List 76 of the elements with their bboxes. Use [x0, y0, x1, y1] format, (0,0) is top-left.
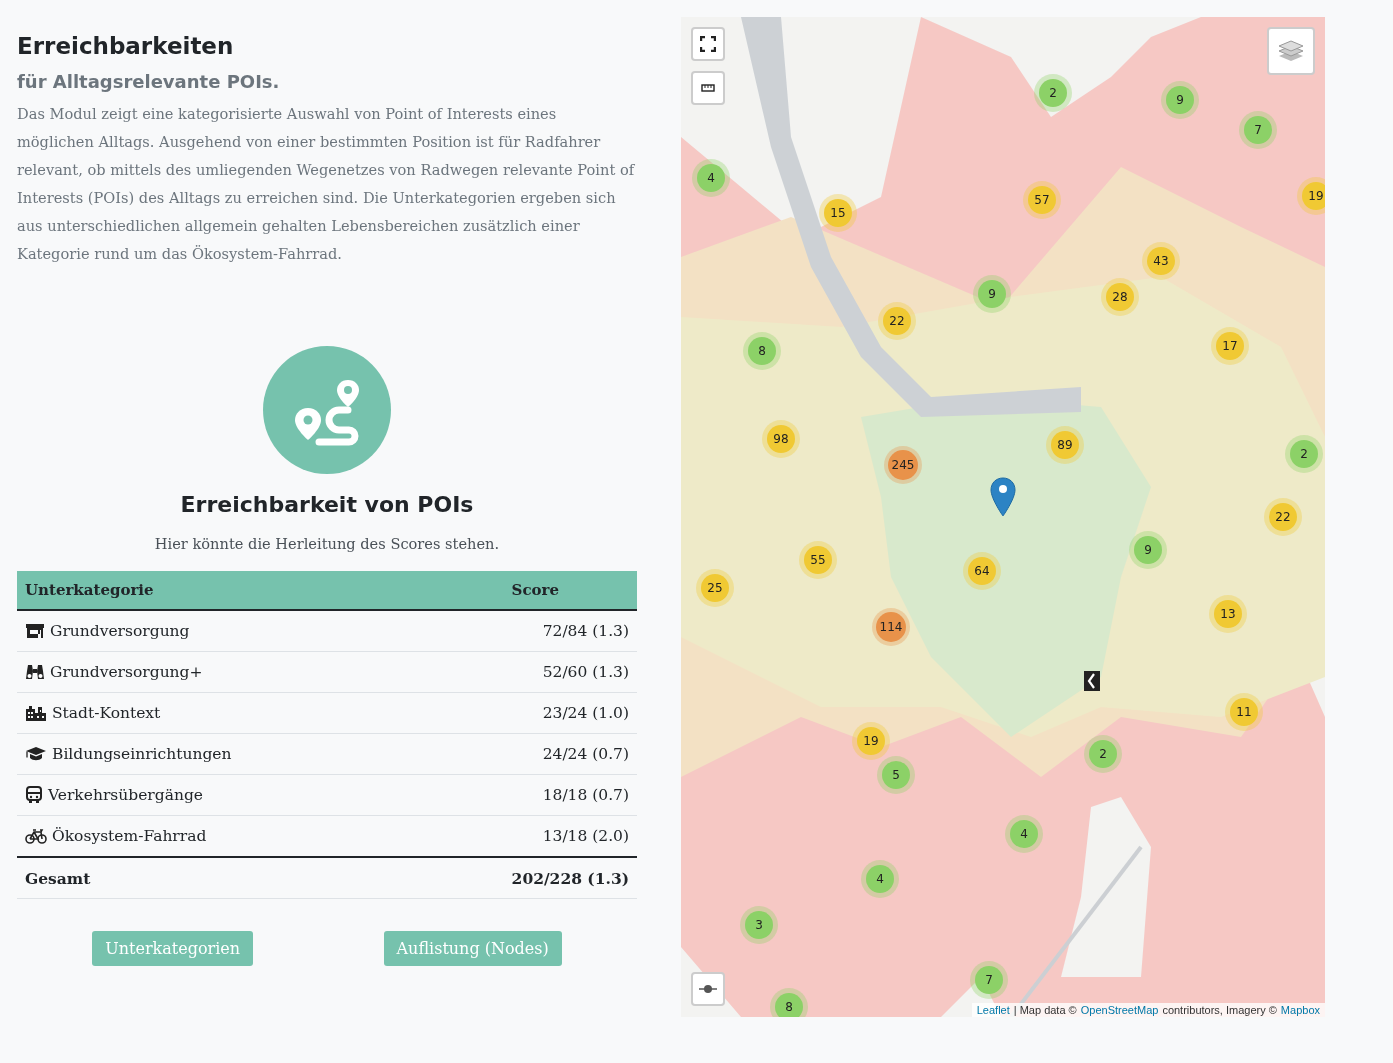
marker-cluster[interactable]: 19	[1297, 177, 1325, 215]
marker-cluster[interactable]: 64	[963, 552, 1001, 590]
marker-cluster[interactable]: 11	[1225, 693, 1263, 731]
marker-cluster[interactable]: 2	[1034, 74, 1072, 112]
marker-cluster[interactable]: 8	[770, 988, 808, 1017]
fullscreen-button[interactable]	[691, 27, 725, 61]
marker-cluster[interactable]: 4	[861, 860, 899, 898]
locate-button[interactable]	[691, 972, 725, 1006]
measure-button[interactable]	[691, 71, 725, 105]
marker-cluster[interactable]: 55	[799, 541, 837, 579]
column-header: Unterkategorie	[17, 571, 504, 610]
bicycle-icon	[25, 828, 47, 844]
marker-cluster[interactable]: 15	[819, 194, 857, 232]
binoculars-icon	[25, 664, 45, 680]
marker-cluster[interactable]: 98	[762, 420, 800, 458]
marker-cluster[interactable]: 8	[743, 332, 781, 370]
route-pin-icon	[263, 346, 391, 474]
card-title: Erreichbarkeit von POIs	[180, 492, 474, 517]
marker-cluster[interactable]: 7	[1239, 111, 1277, 149]
marker-cluster[interactable]: 2	[1084, 735, 1122, 773]
city-icon	[25, 705, 47, 721]
table-cell: Grundversorgung	[50, 622, 190, 640]
description-paragraph: Das Modul zeigt eine kategorisierte Auswahl von Point of Interests eines möglichen Alltags. Ausgehend von einer bestimmten Position ist für Radfahrer relevant, ob mittels des umliegenden Wegenetzes von Radwegen relevante Point of Interests (POIs) des Alltags zu erreichen sind. Die Unterkategorien ergeben sich aus unterschiedlichen allgemein gehalten Lebensbereichen zusätzlich einer Kategorie rund um das Ökosystem-Fahrrad.	[17, 104, 636, 264]
marker-cluster[interactable]: 245	[884, 446, 922, 484]
marker-cluster[interactable]: 7	[970, 961, 1008, 999]
table-cell: Gesamt	[25, 868, 91, 888]
map-panel[interactable]: 2 9 7 4 15 57 19 43 9 28 22 8 17 98 245 89 2 22 9 55 64 25 13 114 11 19 5 2 4 4 3 7 8 Leaflet | Map data © OpenStreetMap contributors, Imagery © Mapbox	[681, 17, 1325, 1017]
table-cell: 202/228 (1.3)	[511, 868, 629, 888]
attribution-text: | Map data ©	[1013, 1004, 1077, 1016]
marker-cluster[interactable]: 9	[1161, 81, 1199, 119]
marker-cluster[interactable]: 22	[1264, 498, 1302, 536]
table-cell: Ökosystem-Fahrrad	[52, 827, 207, 845]
table-cell: Grundversorgung+	[50, 663, 203, 681]
locate-icon	[699, 984, 717, 994]
attribution-text: contributors, Imagery ©	[1162, 1004, 1277, 1016]
marker-cluster[interactable]: 22	[878, 302, 916, 340]
table-cell: 13/18 (2.0)	[542, 827, 629, 845]
marker-cluster[interactable]: 2	[1285, 435, 1323, 473]
marker-cluster[interactable]: 114	[872, 608, 910, 646]
marker-cluster[interactable]: 19	[852, 722, 890, 760]
marker-cluster[interactable]: 25	[696, 569, 734, 607]
marker-cluster[interactable]: 9	[1129, 531, 1167, 569]
table-cell: Stadt-Kontext	[52, 704, 161, 722]
ruler-icon	[701, 84, 715, 92]
marker-cluster[interactable]: 89	[1046, 426, 1084, 464]
attribution-link[interactable]: Leaflet	[976, 1004, 1010, 1016]
marker-cluster[interactable]: 3	[740, 906, 778, 944]
marker-cluster[interactable]: 43	[1142, 242, 1180, 280]
page-subtitle: für Alltagsrelevante POIs.	[17, 71, 281, 92]
graduation-cap-icon	[25, 746, 47, 762]
bus-icon	[25, 786, 43, 804]
marker-cluster[interactable]: 4	[692, 159, 730, 197]
table-cell: Verkehrsübergänge	[48, 786, 203, 804]
marker-cluster[interactable]: 17	[1211, 327, 1249, 365]
marker-cluster[interactable]: 13	[1209, 595, 1247, 633]
marker-cluster[interactable]: 28	[1101, 278, 1139, 316]
marker-cluster[interactable]: 9	[973, 275, 1011, 313]
location-pin-icon[interactable]	[990, 477, 1016, 517]
table-cell: 24/24 (0.7)	[542, 745, 629, 763]
table-cell: 72/84 (1.3)	[542, 622, 629, 640]
table-cell: 23/24 (1.0)	[542, 704, 629, 722]
card-note: Hier könnte die Herleitung des Scores stehen.	[154, 535, 500, 552]
store-icon	[25, 623, 45, 639]
bookmark-icon	[1083, 670, 1101, 692]
layers-icon	[1277, 39, 1305, 63]
marker-cluster[interactable]: 57	[1023, 181, 1061, 219]
fullscreen-icon	[700, 36, 716, 52]
marker-cluster[interactable]: 5	[877, 756, 915, 794]
table-cell: 52/60 (1.3)	[542, 663, 629, 681]
attribution-link[interactable]: Mapbox	[1280, 1004, 1320, 1016]
page-title: Erreichbarkeiten	[17, 33, 235, 59]
column-header: Score	[503, 571, 637, 610]
marker-cluster[interactable]: 4	[1005, 815, 1043, 853]
table-cell: 18/18 (0.7)	[542, 786, 629, 804]
attribution-link[interactable]: OpenStreetMap	[1080, 1004, 1159, 1016]
table-cell: Bildungseinrichtungen	[52, 745, 232, 763]
